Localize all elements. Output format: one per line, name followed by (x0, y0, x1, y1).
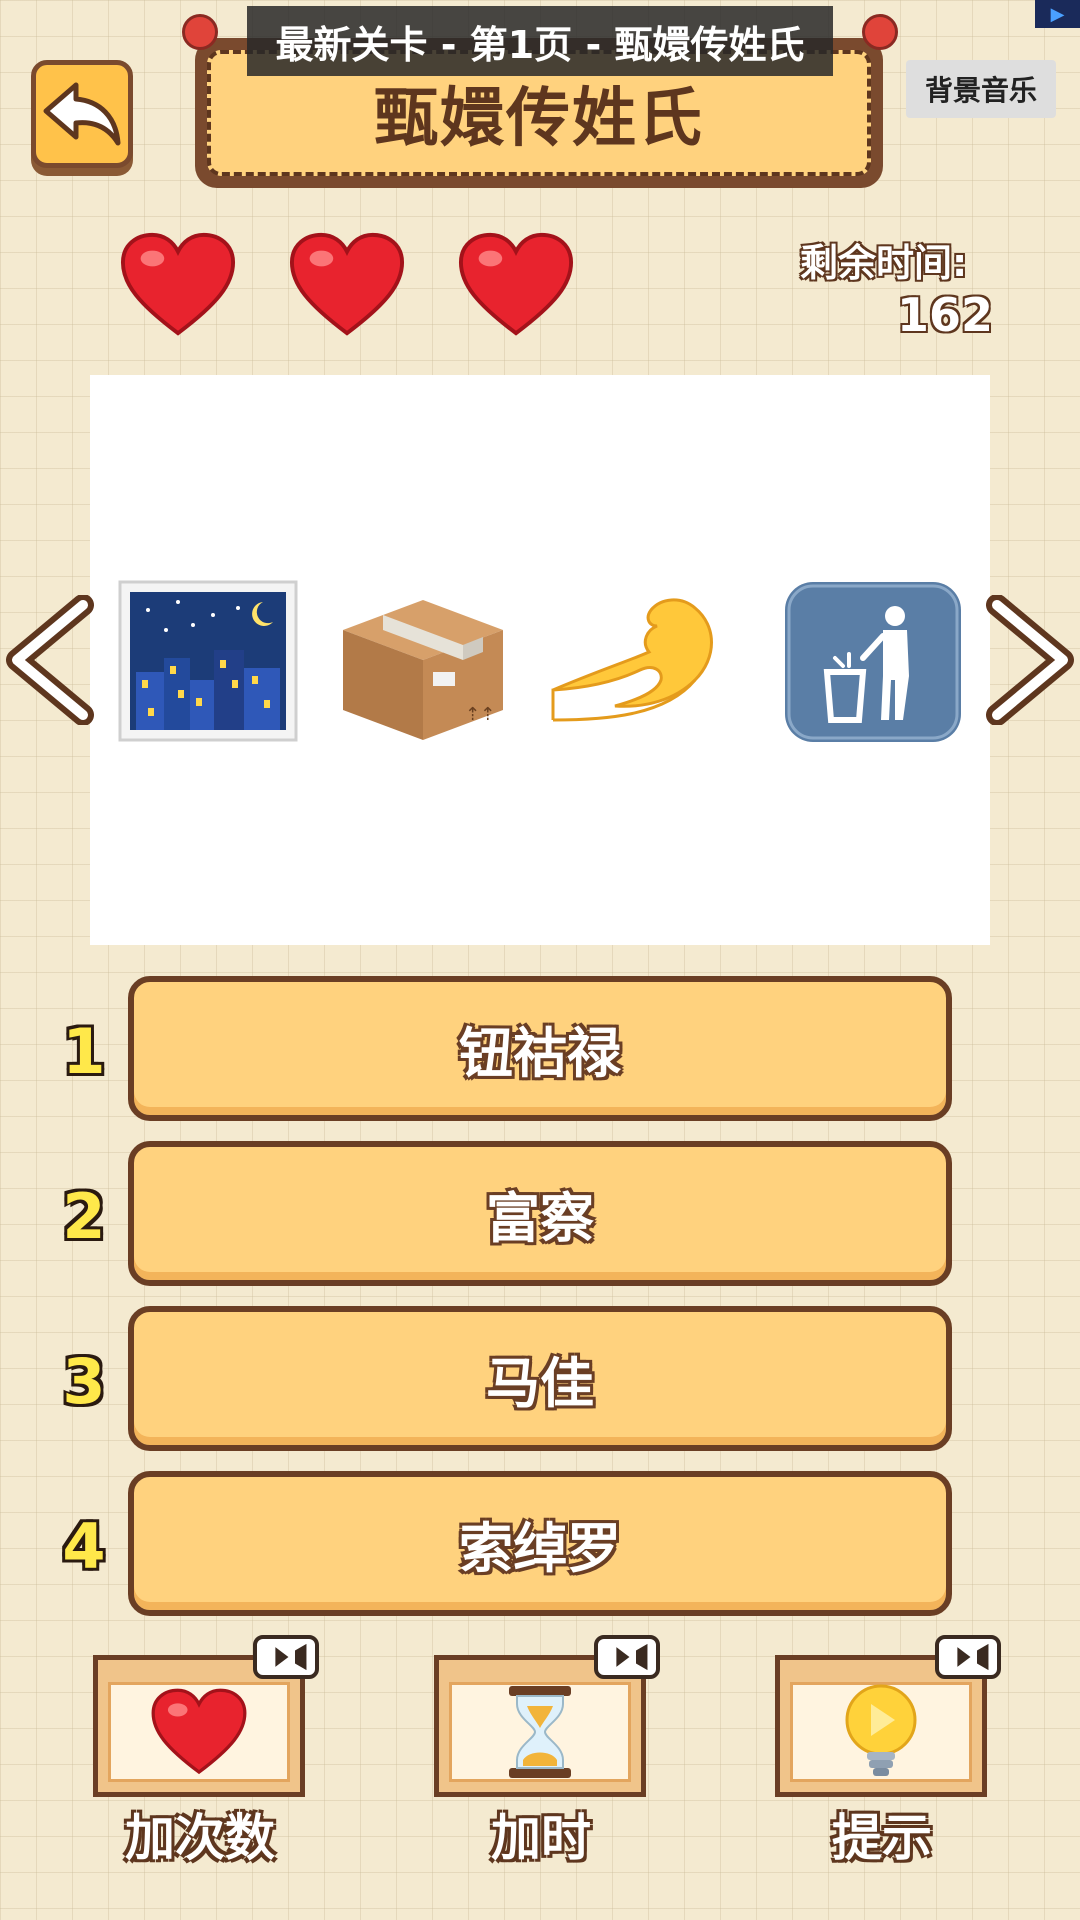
svg-text:⇡⇡: ⇡⇡ (465, 704, 495, 725)
back-arrow-icon (43, 82, 121, 146)
answer-option-button[interactable]: 钮祜禄 (128, 976, 952, 1121)
hourglass-icon (509, 1686, 571, 1778)
life-heart-icon (120, 232, 236, 336)
lightbulb-icon (845, 1684, 917, 1776)
video-ad-icon (253, 1635, 319, 1679)
level-title: 甄嬛传姓氏 (374, 82, 704, 156)
add-time-label: 加时 (491, 1809, 591, 1867)
answer-option-button[interactable]: 马佳 (128, 1306, 952, 1451)
time-remaining-value: 162 (896, 288, 994, 342)
answer-option-button[interactable]: 索绰罗 (128, 1471, 952, 1616)
option-number: 4 (62, 1510, 106, 1583)
night-city-icon (118, 580, 298, 742)
ad-choices-icon[interactable]: ▶ (1035, 0, 1080, 28)
trash-can-icon (785, 582, 961, 742)
life-heart-icon (458, 232, 574, 336)
next-arrow-icon[interactable] (985, 595, 1075, 725)
background-music-button[interactable]: 背景音乐 (906, 60, 1056, 118)
heart-icon (151, 1688, 247, 1775)
option-number: 1 (62, 1015, 106, 1088)
breadcrumb: 最新关卡 - 第1页 - 甄嬛传姓氏 (247, 6, 833, 76)
package-box-icon: ⇡⇡ (343, 600, 503, 740)
life-heart-icon (289, 232, 405, 336)
back-button[interactable] (31, 60, 133, 168)
pinched-fingers-icon (551, 598, 713, 722)
pin-icon (182, 14, 218, 50)
add-lives-label: 加次数 (125, 1809, 275, 1867)
time-remaining-label: 剩余时间: (799, 240, 968, 286)
video-ad-icon (935, 1635, 1001, 1679)
option-number: 3 (62, 1345, 106, 1418)
answer-option-button[interactable]: 富察 (128, 1141, 952, 1286)
previous-arrow-icon[interactable] (5, 595, 95, 725)
video-ad-icon (594, 1635, 660, 1679)
hint-label: 提示 (832, 1809, 932, 1867)
option-number: 2 (62, 1180, 106, 1253)
pin-icon (862, 14, 898, 50)
